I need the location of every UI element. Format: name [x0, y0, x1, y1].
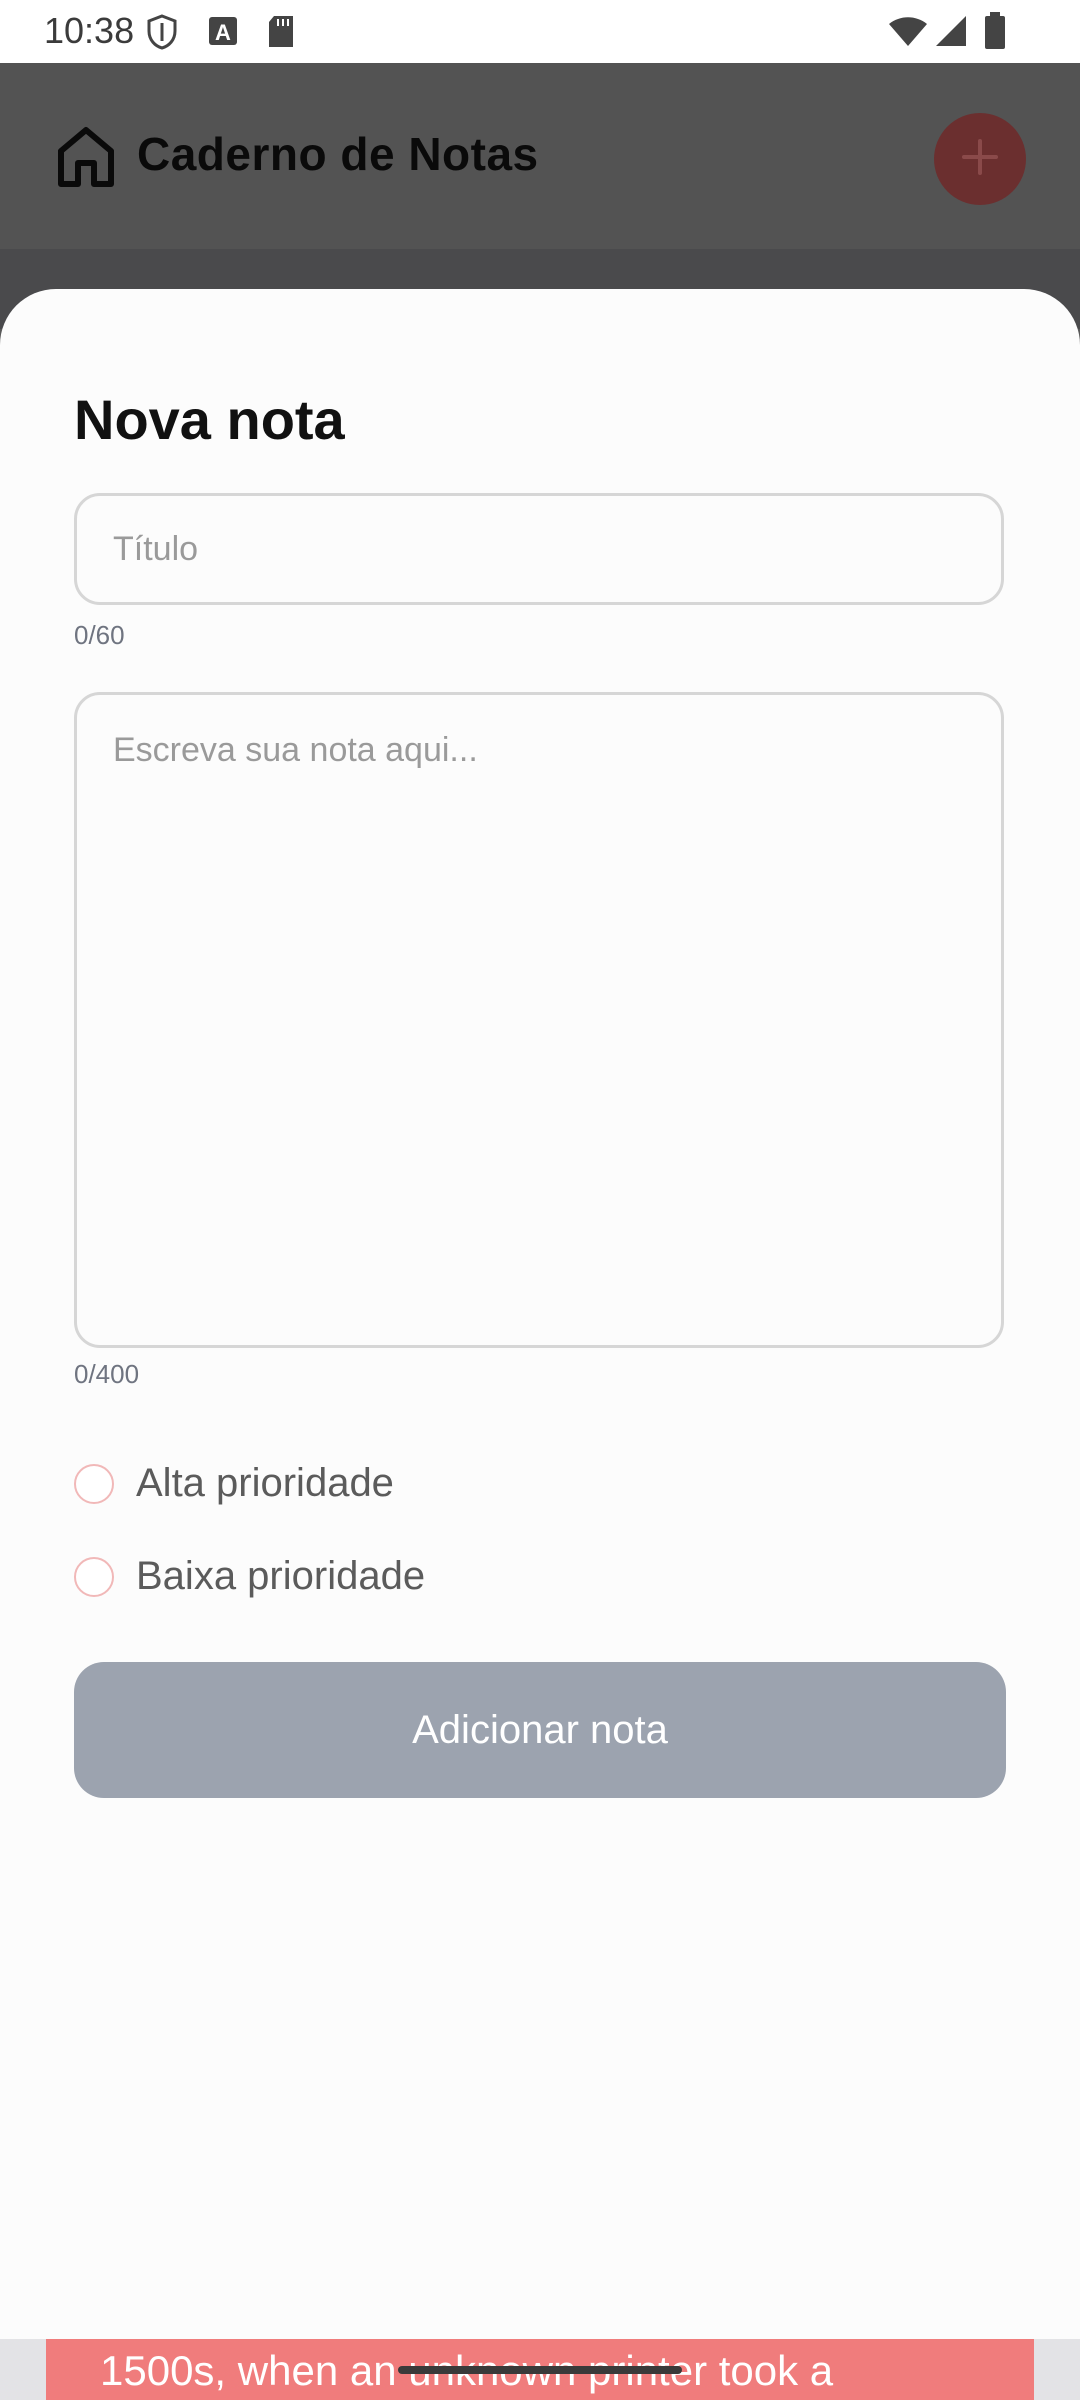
title-counter: 0/60 [74, 620, 125, 650]
radio-button[interactable] [74, 1463, 114, 1504]
wifi-icon [888, 16, 928, 53]
radio-label: Baixa prioridade [136, 1554, 426, 1598]
signal-icon [934, 14, 968, 53]
gesture-nav-handle[interactable] [398, 2366, 682, 2374]
home-icon[interactable] [56, 125, 116, 194]
note-body-input[interactable] [74, 692, 1004, 1348]
shield-icon [146, 14, 178, 55]
battery-icon [984, 12, 1006, 55]
add-note-button[interactable]: Adicionar nota [74, 1662, 1006, 1798]
add-note-fab[interactable] [934, 113, 1026, 205]
radio-low-priority[interactable]: Baixa prioridade [74, 1554, 425, 1599]
title-input[interactable] [74, 493, 1004, 605]
status-bar: 10:38 A [0, 0, 1080, 63]
app-title: Caderno de Notas [137, 128, 539, 180]
status-time: 10:38 [44, 10, 135, 51]
plus-icon [960, 137, 1000, 182]
radio-label: Alta prioridade [136, 1461, 394, 1505]
new-note-sheet: Nova nota 0/60 0/400 Alta prioridade Bai… [0, 289, 1080, 2339]
radio-high-priority[interactable]: Alta prioridade [74, 1461, 394, 1506]
radio-button[interactable] [74, 1556, 114, 1597]
body-counter: 0/400 [74, 1359, 140, 1389]
app-bar: Caderno de Notas [0, 63, 1080, 249]
sd-card-icon [266, 14, 296, 55]
sheet-title: Nova nota [74, 388, 345, 451]
text-a-icon: A [208, 14, 238, 53]
svg-text:A: A [215, 20, 231, 45]
